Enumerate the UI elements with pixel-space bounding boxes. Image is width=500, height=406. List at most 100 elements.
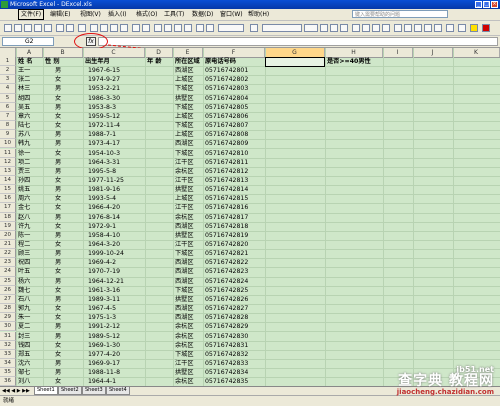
row-header[interactable]: 19 xyxy=(0,221,16,231)
table-cell[interactable]: 程二 xyxy=(18,240,30,249)
column-header[interactable]: J xyxy=(413,48,453,57)
tab-sheet2[interactable]: Sheet2 xyxy=(58,387,82,395)
table-cell[interactable]: 05716742832 xyxy=(205,350,248,359)
table-cell[interactable]: 男 xyxy=(55,368,61,377)
table-cell[interactable]: 女 xyxy=(55,222,61,231)
table-cell[interactable]: 拱墅区 xyxy=(175,94,194,103)
table-cell[interactable]: 男 xyxy=(55,185,61,194)
row-header[interactable]: 26 xyxy=(0,285,16,295)
table-cell[interactable]: 05716742804 xyxy=(205,94,248,103)
table-cell[interactable]: 1989-5-12 xyxy=(88,332,120,341)
table-cell[interactable]: 1953-2-21 xyxy=(88,84,120,93)
table-cell[interactable]: 女 xyxy=(55,194,61,203)
row-header[interactable]: 31 xyxy=(0,331,16,341)
row-header[interactable]: 16 xyxy=(0,194,16,204)
table-cell[interactable]: 胡四 xyxy=(18,94,30,103)
table-cell[interactable]: 叶五 xyxy=(18,267,30,276)
active-cell[interactable] xyxy=(265,57,325,67)
table-cell[interactable]: 05716742830 xyxy=(205,332,248,341)
table-cell[interactable]: 郑五 xyxy=(18,350,30,359)
table-cell[interactable]: 拱墅区 xyxy=(175,231,194,240)
table-cell[interactable]: 05716742826 xyxy=(205,295,248,304)
row-header[interactable]: 2 xyxy=(0,66,16,76)
row-header[interactable]: 23 xyxy=(0,258,16,268)
table-cell[interactable]: 男 xyxy=(55,213,61,222)
table-cell[interactable]: 钱四 xyxy=(18,341,30,350)
column-header[interactable]: I xyxy=(383,48,413,57)
column-header[interactable]: B xyxy=(43,48,83,57)
table-cell[interactable]: 下城区 xyxy=(175,350,194,359)
table-cell[interactable]: 上城区 xyxy=(175,194,194,203)
table-cell[interactable]: 05716742810 xyxy=(205,149,248,158)
table-cell[interactable]: 西湖区 xyxy=(175,139,194,148)
table-cell[interactable]: 江干区 xyxy=(175,203,194,212)
table-cell[interactable]: 余杭区 xyxy=(175,377,194,386)
table-cell[interactable]: 05716742827 xyxy=(205,304,248,313)
column-title[interactable]: 性 别 xyxy=(45,57,60,66)
table-cell[interactable]: 西湖区 xyxy=(175,66,194,75)
table-cell[interactable]: 男 xyxy=(55,277,61,286)
column-header[interactable]: F xyxy=(203,48,265,57)
table-cell[interactable]: 沈六 xyxy=(18,359,30,368)
table-cell[interactable]: 夏二 xyxy=(18,322,30,331)
table-cell[interactable]: 1974-9-27 xyxy=(88,75,120,84)
table-cell[interactable]: 1966-4-20 xyxy=(88,203,120,212)
table-cell[interactable]: 男 xyxy=(55,139,61,148)
table-cell[interactable]: 05716742821 xyxy=(205,249,248,258)
table-cell[interactable]: 05716742808 xyxy=(205,130,248,139)
row-header[interactable]: 3 xyxy=(0,75,16,85)
column-title[interactable]: 是否>=40男性 xyxy=(327,57,371,66)
table-cell[interactable]: 05716742829 xyxy=(205,322,248,331)
row-header[interactable]: 9 xyxy=(0,130,16,140)
table-cell[interactable]: 05716742835 xyxy=(205,377,248,386)
table-cell[interactable]: 男 xyxy=(55,231,61,240)
table-cell[interactable]: 女 xyxy=(55,203,61,212)
table-cell[interactable]: 下城区 xyxy=(175,84,194,93)
table-cell[interactable]: 苏八 xyxy=(18,130,30,139)
tab-sheet1[interactable]: Sheet1 xyxy=(34,387,58,395)
table-cell[interactable]: 江干区 xyxy=(175,176,194,185)
table-cell[interactable]: 贾三 xyxy=(18,167,30,176)
row-header[interactable]: 18 xyxy=(0,212,16,222)
table-cell[interactable]: 1961-3-16 xyxy=(88,286,120,295)
table-cell[interactable]: 韩九 xyxy=(18,139,30,148)
table-cell[interactable]: 1970-7-19 xyxy=(88,267,120,276)
tab-sheet4[interactable]: Sheet4 xyxy=(106,387,130,395)
table-cell[interactable]: 1959-5-12 xyxy=(88,112,120,121)
table-cell[interactable]: 赵八 xyxy=(18,213,30,222)
table-cell[interactable]: 1969-4-2 xyxy=(88,258,116,267)
table-cell[interactable]: 下城区 xyxy=(175,149,194,158)
table-cell[interactable]: 1988-11-8 xyxy=(88,368,120,377)
row-header[interactable]: 13 xyxy=(0,166,16,176)
table-cell[interactable]: 西湖区 xyxy=(175,277,194,286)
table-cell[interactable]: 上城区 xyxy=(175,75,194,84)
column-header[interactable]: A xyxy=(16,48,43,57)
table-cell[interactable]: 05716742809 xyxy=(205,139,248,148)
table-cell[interactable]: 1976-8-14 xyxy=(88,213,120,222)
table-cell[interactable]: 05716742820 xyxy=(205,240,248,249)
table-cell[interactable]: 江干区 xyxy=(175,240,194,249)
column-header[interactable]: E xyxy=(173,48,203,57)
table-cell[interactable]: 05716742801 xyxy=(205,66,248,75)
table-cell[interactable]: 余杭区 xyxy=(175,332,194,341)
table-cell[interactable]: 男 xyxy=(55,322,61,331)
table-cell[interactable]: 项二 xyxy=(18,158,30,167)
table-cell[interactable]: 女 xyxy=(55,267,61,276)
table-cell[interactable]: 05716742818 xyxy=(205,222,248,231)
table-cell[interactable]: 05716742822 xyxy=(205,258,248,267)
table-cell[interactable]: 许九 xyxy=(18,222,30,231)
row-header[interactable]: 33 xyxy=(0,349,16,359)
table-cell[interactable]: 05716742806 xyxy=(205,112,248,121)
row-header[interactable]: 7 xyxy=(0,111,16,122)
table-cell[interactable]: 拱墅区 xyxy=(175,368,194,377)
row-header[interactable]: 20 xyxy=(0,230,16,240)
table-cell[interactable]: 郭九 xyxy=(18,304,30,313)
row-header[interactable]: 29 xyxy=(0,313,16,323)
table-cell[interactable]: 女 xyxy=(55,350,61,359)
table-cell[interactable]: 男 xyxy=(55,359,61,368)
table-cell[interactable]: 05716742807 xyxy=(205,121,248,130)
table-cell[interactable]: 女 xyxy=(55,286,61,295)
row-header[interactable]: 14 xyxy=(0,175,16,186)
row-header[interactable]: 28 xyxy=(0,304,16,314)
table-cell[interactable]: 男 xyxy=(55,103,61,112)
